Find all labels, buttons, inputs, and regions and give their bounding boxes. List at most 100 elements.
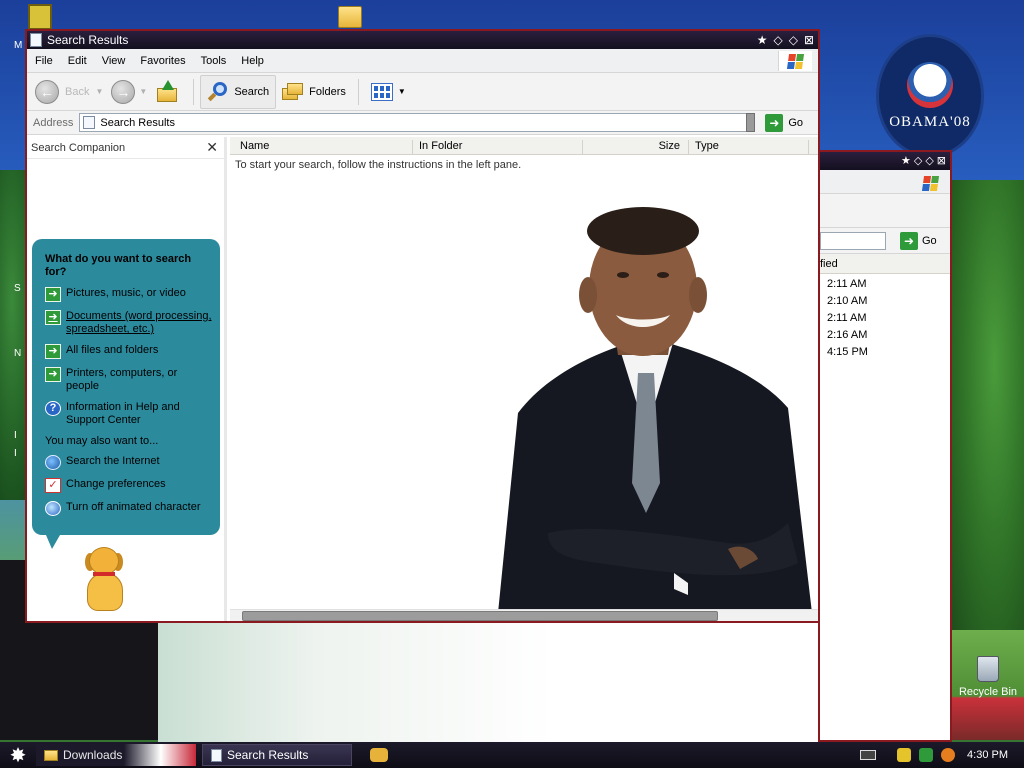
back-arrow-icon[interactable]: ← <box>35 79 59 104</box>
security-shield-icon[interactable] <box>897 748 912 762</box>
close-pane-icon[interactable]: ✕ <box>206 139 218 156</box>
back-button-label[interactable]: Back <box>65 86 89 98</box>
search-results-window[interactable]: Search Results ★ ◇ ◇ ⊠ File Edit View Fa… <box>25 29 820 623</box>
keyboard-icon[interactable] <box>860 750 876 760</box>
change-preferences-link[interactable]: ✓ Change preferences <box>45 478 212 493</box>
desktop-icon-label-fragment: M <box>14 40 23 51</box>
search-option-pictures[interactable]: ➜ Pictures, music, or video <box>45 287 212 302</box>
horizontal-scrollbar[interactable] <box>230 609 818 621</box>
forward-history-dropdown-icon[interactable]: ▼ <box>139 87 147 96</box>
menu-favorites[interactable]: Favorites <box>140 55 185 67</box>
column-size[interactable]: Size <box>582 140 686 154</box>
background-window-toolbar <box>820 194 950 228</box>
list-item[interactable]: 2:11 AM <box>824 278 946 295</box>
background-window-menubar <box>820 170 950 194</box>
column-in-folder[interactable]: In Folder <box>412 140 582 154</box>
search-button-label: Search <box>234 85 270 98</box>
recycle-bin[interactable]: Recycle Bin <box>958 656 1018 698</box>
character-icon <box>45 501 61 516</box>
menu-tools[interactable]: Tools <box>201 55 227 67</box>
taskbar-item-search-results[interactable]: Search Results <box>202 744 352 766</box>
search-companion-header: Search Companion ✕ <box>27 137 224 159</box>
system-tray: 4:30 PM <box>897 742 1024 768</box>
clock[interactable]: 4:30 PM <box>967 749 1008 761</box>
desktop-icon-label-fragment: I <box>14 448 17 459</box>
column-name[interactable]: Name <box>234 140 410 154</box>
windows-flag-icon <box>786 53 805 69</box>
search-option-documents[interactable]: ➜ Documents (word processing, spreadshee… <box>45 310 212 336</box>
desktop-icon-label-fragment: I <box>14 430 17 441</box>
column-next[interactable] <box>808 140 818 154</box>
close-icon[interactable]: ⊠ <box>804 31 814 49</box>
minimize-icon[interactable]: ◇ <box>773 31 782 49</box>
scrollbar-thumb[interactable] <box>242 611 718 621</box>
internet-search-icon <box>45 455 61 470</box>
background-column-header[interactable]: fied <box>820 254 950 274</box>
views-dropdown-icon: ▼ <box>397 87 406 96</box>
maximize-icon[interactable]: ◇ <box>789 31 798 49</box>
network-icon[interactable] <box>919 748 934 762</box>
list-item[interactable]: 2:10 AM <box>824 295 946 312</box>
views-button[interactable]: ▼ <box>365 75 412 109</box>
address-value: Search Results <box>100 116 175 129</box>
go-arrow-icon[interactable]: ➜ <box>900 232 918 250</box>
windows-flag-icon <box>921 176 940 191</box>
menu-view[interactable]: View <box>102 55 126 67</box>
background-address-field[interactable] <box>820 232 886 250</box>
search-option-all-files[interactable]: ➜ All files and folders <box>45 344 212 359</box>
search-the-internet-link[interactable]: Search the Internet <box>45 455 212 470</box>
desktop-folder-icon[interactable] <box>338 6 362 28</box>
background-explorer-window[interactable]: ★ ◇ ◇ ⊠ ➜ Go fied 2:11 AM 2:10 AM 2:11 A… <box>818 150 952 742</box>
search-option-help-center[interactable]: ? Information in Help and Support Center <box>45 401 212 427</box>
list-item[interactable]: 4:15 PM <box>824 346 946 363</box>
star-icon[interactable]: ★ <box>901 154 911 167</box>
windows-logo <box>778 51 812 71</box>
results-column-headers: Name In Folder Size Type <box>230 137 818 155</box>
toolbar-separator <box>357 78 359 105</box>
go-button[interactable]: ➜ Go <box>765 113 804 132</box>
also-want-label: You may also want to... <box>45 435 159 447</box>
recycle-bin-icon <box>977 656 999 682</box>
green-arrow-icon: ➜ <box>45 310 61 325</box>
go-button-label: Go <box>788 116 804 129</box>
go-arrow-icon: ➜ <box>765 113 784 132</box>
back-history-dropdown-icon[interactable]: ▼ <box>95 87 103 96</box>
search-companion-title: Search Companion <box>31 142 126 154</box>
search-tray-icon[interactable] <box>941 748 956 762</box>
green-arrow-icon: ➜ <box>45 344 61 359</box>
folders-button[interactable]: Folders <box>276 75 352 109</box>
address-field[interactable]: Search Results <box>79 113 756 132</box>
desktop-wallpaper-tree-right <box>950 180 1024 640</box>
column-type[interactable]: Type <box>688 140 806 154</box>
menu-edit[interactable]: Edit <box>68 55 87 67</box>
go-button-label[interactable]: Go <box>922 235 937 247</box>
rover-search-dog-icon[interactable] <box>79 545 135 615</box>
search-dog-tray-icon[interactable] <box>370 748 388 762</box>
green-arrow-icon: ➜ <box>45 287 61 302</box>
start-star-icon[interactable]: ✸ <box>0 742 36 768</box>
search-button[interactable]: Search <box>200 74 277 109</box>
up-folder-icon[interactable] <box>157 79 179 104</box>
folders-button-label: Folders <box>309 85 346 98</box>
window-titlebar[interactable]: Search Results ★ ◇ ◇ ⊠ <box>27 31 818 49</box>
background-window-titlebar[interactable]: ★ ◇ ◇ ⊠ <box>820 152 950 170</box>
forward-arrow-icon[interactable]: → <box>111 79 136 104</box>
minimize-icon[interactable]: ◇ <box>914 154 922 167</box>
maximize-icon[interactable]: ◇ <box>925 154 933 167</box>
list-item[interactable]: 2:16 AM <box>824 329 946 346</box>
close-icon[interactable]: ⊠ <box>937 154 946 167</box>
menu-file[interactable]: File <box>35 55 53 67</box>
list-item[interactable]: 2:11 AM <box>824 312 946 329</box>
search-results-document-icon <box>83 116 96 129</box>
standard-toolbar: ← Back ▼ → ▼ Search Folders ▼ <box>27 73 818 111</box>
window-content: Search Companion ✕ What do you want to s… <box>27 137 818 621</box>
turn-off-character-link[interactable]: Turn off animated character <box>45 501 212 516</box>
star-icon[interactable]: ★ <box>757 31 768 49</box>
help-question-icon: ? <box>45 401 61 416</box>
taskbar-item-downloads[interactable]: Downloads <box>36 744 196 766</box>
search-option-printers[interactable]: ➜ Printers, computers, or people <box>45 367 212 393</box>
address-dropdown-button[interactable] <box>746 113 756 132</box>
desktop-app-icon[interactable] <box>28 4 52 30</box>
folder-icon <box>44 749 58 761</box>
menu-help[interactable]: Help <box>241 55 264 67</box>
